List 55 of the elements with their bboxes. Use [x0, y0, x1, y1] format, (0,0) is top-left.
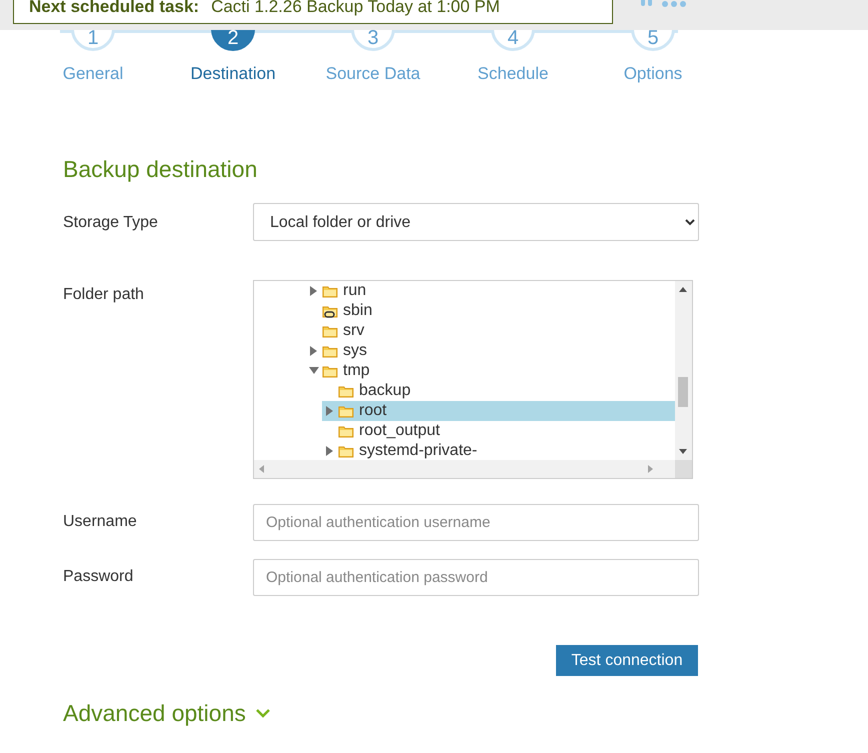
- collapsed-arrow-icon[interactable]: [310, 286, 318, 296]
- scroll-right-icon[interactable]: [648, 465, 653, 473]
- test-connection-button[interactable]: Test connection: [556, 645, 698, 676]
- folder-icon: [322, 344, 338, 358]
- tree-row[interactable]: root_output: [322, 421, 675, 441]
- collapsed-arrow-icon[interactable]: [326, 446, 334, 456]
- collapsed-arrow-icon[interactable]: [310, 346, 318, 356]
- folder-icon: [322, 324, 338, 338]
- folder-icon: [338, 404, 354, 418]
- tree-row[interactable]: tmp: [306, 361, 675, 381]
- folder-icon: [322, 284, 338, 298]
- advanced-options-toggle[interactable]: Advanced options: [63, 700, 246, 727]
- tree-row[interactable]: sbin: [306, 301, 675, 321]
- folder-icon: [338, 384, 354, 398]
- tree-row[interactable]: backup: [322, 381, 675, 401]
- field-label: Password: [63, 567, 134, 586]
- tree-row[interactable]: srv: [306, 321, 675, 341]
- collapsed-arrow-icon[interactable]: [326, 406, 334, 416]
- folder-name: tmp: [343, 362, 370, 380]
- step-tab[interactable]: Destination: [190, 64, 276, 84]
- tree-row[interactable]: systemd-private-: [322, 441, 675, 460]
- password-field[interactable]: Optional authentication password: [253, 559, 699, 596]
- username-field[interactable]: Optional authentication username: [253, 504, 699, 541]
- linked-folder-icon: [322, 304, 338, 318]
- folder-name: systemd-private-: [359, 442, 478, 460]
- scroll-left-icon[interactable]: [259, 465, 264, 473]
- folder-name: srv: [343, 322, 364, 340]
- folder-name: backup: [359, 382, 411, 400]
- folder-icon: [338, 424, 354, 438]
- scroll-up-icon[interactable]: [679, 287, 687, 292]
- scrollbar-corner: [675, 460, 692, 478]
- scroll-down-icon[interactable]: [679, 449, 687, 454]
- folder-icon: [322, 364, 338, 378]
- field-label: Folder path: [63, 285, 145, 304]
- field-label: Storage Type: [63, 213, 159, 232]
- folder-name: root: [359, 402, 387, 420]
- tree-row[interactable]: run: [306, 281, 675, 301]
- tree-row[interactable]: root: [322, 401, 675, 421]
- expanded-arrow-icon[interactable]: [309, 367, 319, 375]
- chevron-down-icon[interactable]: [256, 709, 270, 718]
- horizontal-scrollbar[interactable]: [254, 460, 675, 478]
- notice-label: Next scheduled task:: [29, 0, 200, 17]
- folder-name: run: [343, 282, 366, 300]
- folder-name: root_output: [359, 422, 440, 440]
- tree-row[interactable]: sys: [306, 341, 675, 361]
- field-label: Username: [63, 512, 138, 531]
- notice-text: Cacti 1.2.26 Backup Today at 1:00 PM: [211, 0, 500, 17]
- step-number[interactable]: 2: [211, 30, 255, 51]
- storage-type-dropdown[interactable]: Local folder or drive: [253, 203, 699, 241]
- section-title: Backup destination: [63, 156, 258, 183]
- vertical-scrollbar[interactable]: [675, 281, 692, 460]
- folder-name: sbin: [343, 302, 372, 320]
- folder-icon: [338, 444, 354, 458]
- scrollbar-thumb[interactable]: [678, 377, 688, 407]
- folder-name: sys: [343, 342, 367, 360]
